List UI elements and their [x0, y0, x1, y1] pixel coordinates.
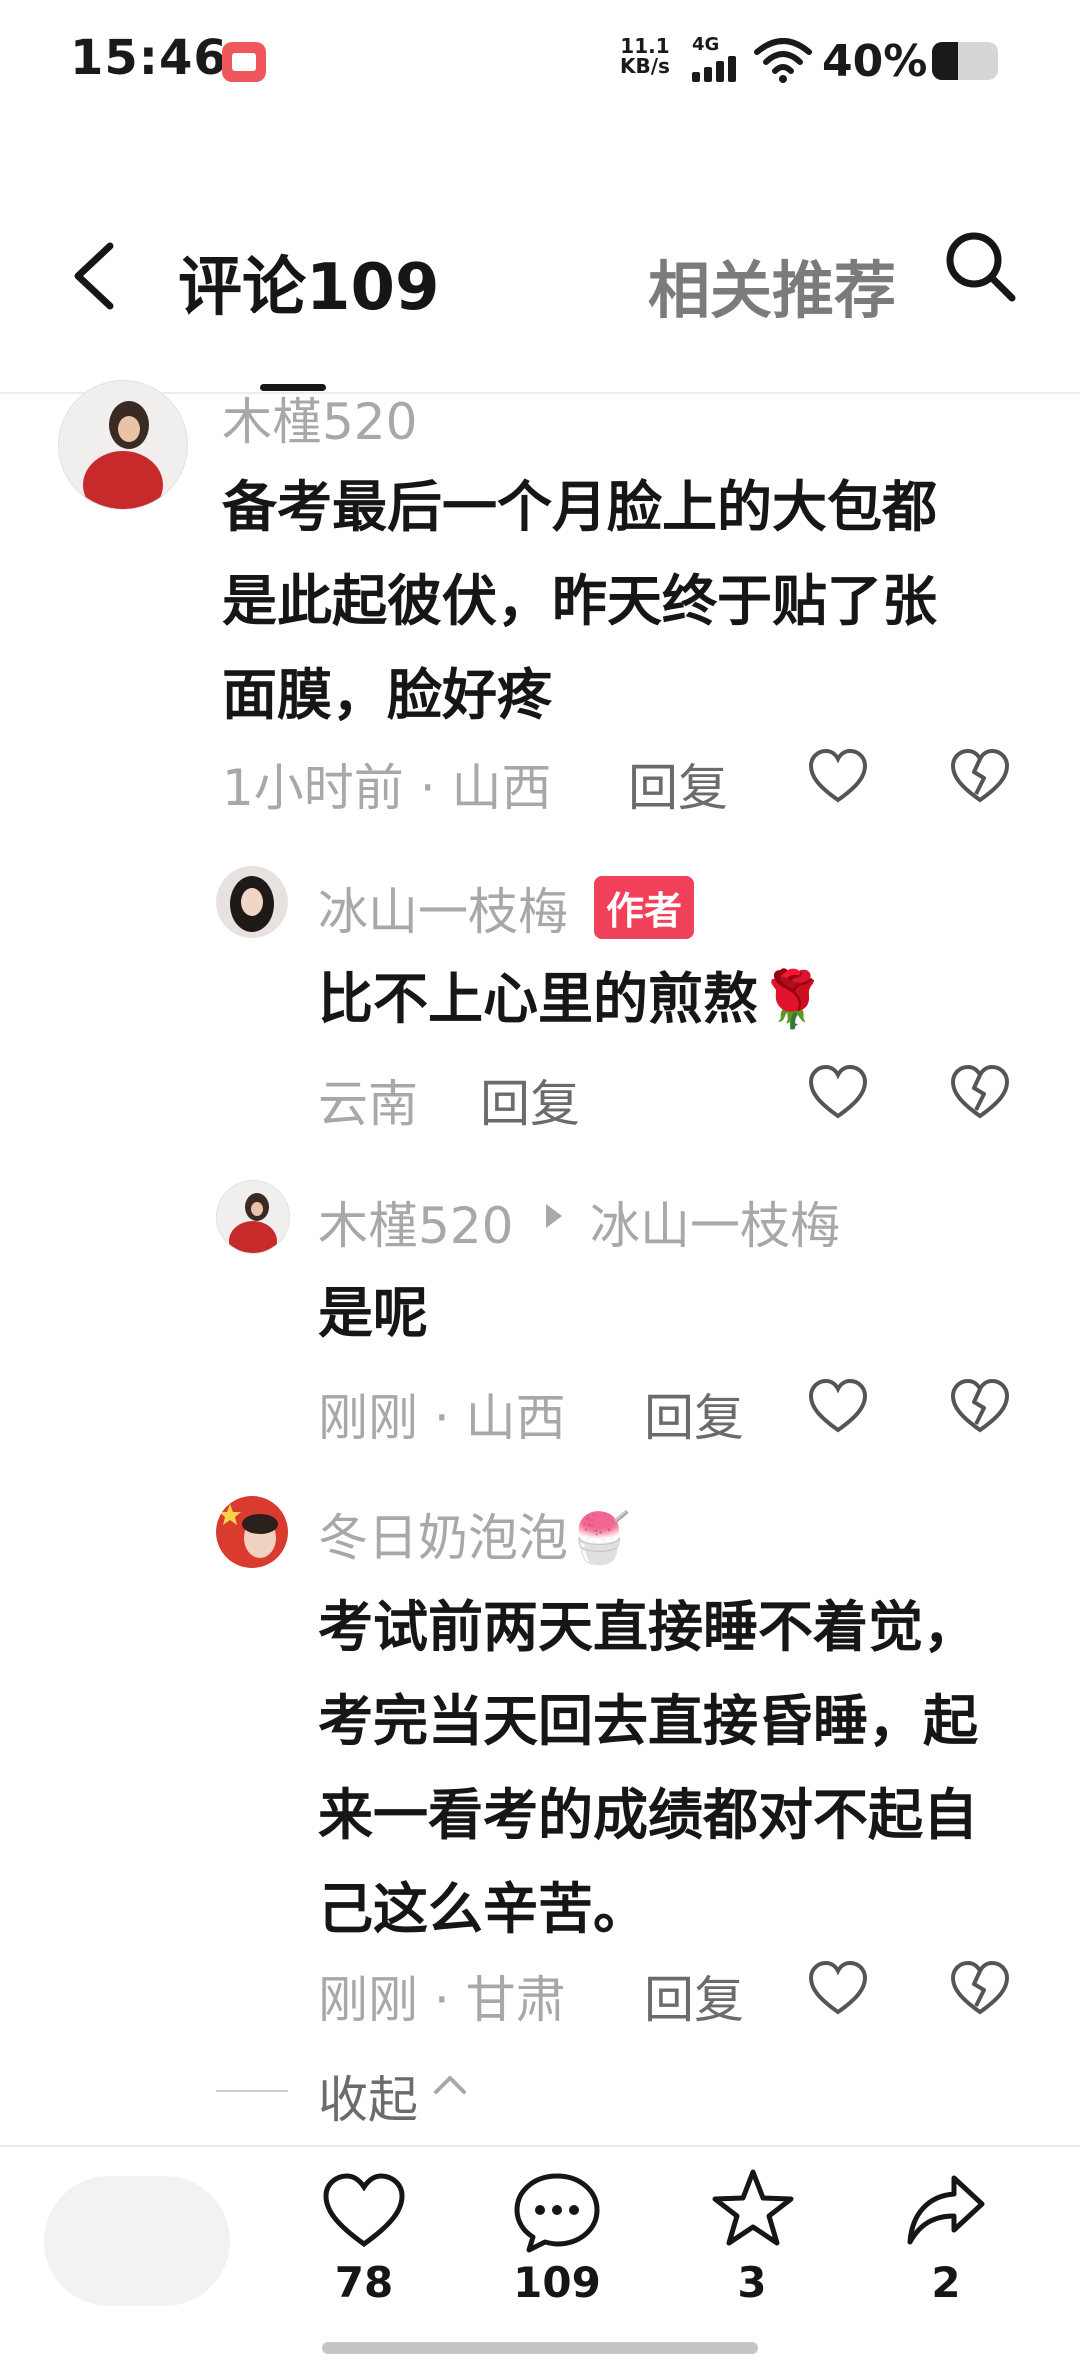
back-icon[interactable] [60, 236, 130, 316]
comment-meta: 刚刚 · 甘肃 [318, 1971, 566, 2029]
chevron-up-icon[interactable] [430, 2070, 470, 2100]
collapse-divider [216, 2090, 288, 2092]
favorite-icon[interactable] [710, 2166, 796, 2250]
reply-button[interactable]: 回复 [644, 1960, 744, 2032]
dislike-icon[interactable] [950, 748, 1010, 804]
tab-comments[interactable]: 评论109 [178, 236, 440, 328]
dislike-icon[interactable] [950, 1960, 1010, 2016]
share-icon[interactable] [904, 2172, 988, 2248]
like-icon[interactable] [808, 748, 868, 804]
battery-percent: 40% [822, 36, 928, 87]
comment-text: 考试前两天直接睡不着觉，考完当天回去直接昏睡，起来一看考的成绩都对不起自己这么辛… [318, 1595, 979, 1941]
dislike-icon[interactable] [950, 1378, 1010, 1434]
network-speed-unit: KB/s [620, 54, 670, 78]
comment-meta: 刚刚 · 山西 [318, 1389, 566, 1447]
comment-author[interactable]: 木槿520 [222, 382, 417, 454]
dislike-icon[interactable] [950, 1064, 1010, 1120]
comment-text: 比不上心里的煎熬🌹 [318, 967, 827, 1031]
comment-meta: 1小时前 · 山西 [222, 759, 552, 817]
battery-icon [932, 42, 998, 80]
avatar[interactable] [216, 1496, 288, 1568]
favorite-count: 3 [737, 2258, 767, 2307]
app-notification-icon [222, 42, 266, 82]
author-badge: 作者 [594, 876, 695, 939]
network-speed-value: 11.1 [620, 34, 670, 58]
comment-meta: 云南 [318, 1075, 418, 1133]
avatar-image [219, 1504, 278, 1558]
comment-text: 是呢 [318, 1281, 429, 1345]
like-icon[interactable] [808, 1960, 868, 2016]
battery-fill [932, 42, 959, 80]
avatar-image [230, 876, 274, 932]
tab-related[interactable]: 相关推荐 [648, 240, 900, 330]
like-icon[interactable] [808, 1378, 868, 1434]
avatar[interactable] [58, 380, 188, 510]
avatar[interactable] [216, 866, 288, 938]
share-count: 2 [931, 2258, 961, 2307]
network-generation: 4G [692, 34, 720, 55]
network-speed: 11.1 KB/s [620, 36, 670, 76]
comment-author[interactable]: 冬日奶泡泡🍧 [318, 1498, 630, 1570]
reply-button[interactable]: 回复 [644, 1378, 744, 1450]
comment-input[interactable] [44, 2176, 230, 2306]
comment-author[interactable]: 木槿520 [318, 1186, 513, 1258]
like-icon[interactable] [808, 1064, 868, 1120]
bottom-divider [0, 2145, 1080, 2147]
like-count: 78 [334, 2258, 394, 2307]
comment-text: 备考最后一个月脸上的大包都是此起彼伏，昨天终于贴了张面膜，脸好疼 [222, 475, 938, 727]
avatar-image [83, 401, 163, 509]
collapse-replies-button[interactable]: 收起 [318, 2060, 418, 2132]
comment-author[interactable]: 冰山一枝梅 [318, 872, 568, 944]
comment-count: 109 [513, 2258, 601, 2307]
reply-button[interactable]: 回复 [628, 748, 728, 820]
like-icon[interactable] [322, 2172, 406, 2250]
reply-button[interactable]: 回复 [480, 1064, 580, 1136]
reply-target-author[interactable]: 冰山一枝梅 [590, 1186, 840, 1258]
reply-arrow-icon [546, 1204, 562, 1228]
home-indicator[interactable] [322, 2342, 758, 2354]
status-time: 15:46 [70, 30, 228, 86]
comment-icon[interactable] [512, 2170, 602, 2254]
wifi-icon [754, 38, 812, 83]
signal-icon [692, 56, 736, 82]
avatar[interactable] [216, 1180, 290, 1254]
search-icon[interactable] [940, 226, 1020, 306]
avatar-image [229, 1193, 277, 1253]
